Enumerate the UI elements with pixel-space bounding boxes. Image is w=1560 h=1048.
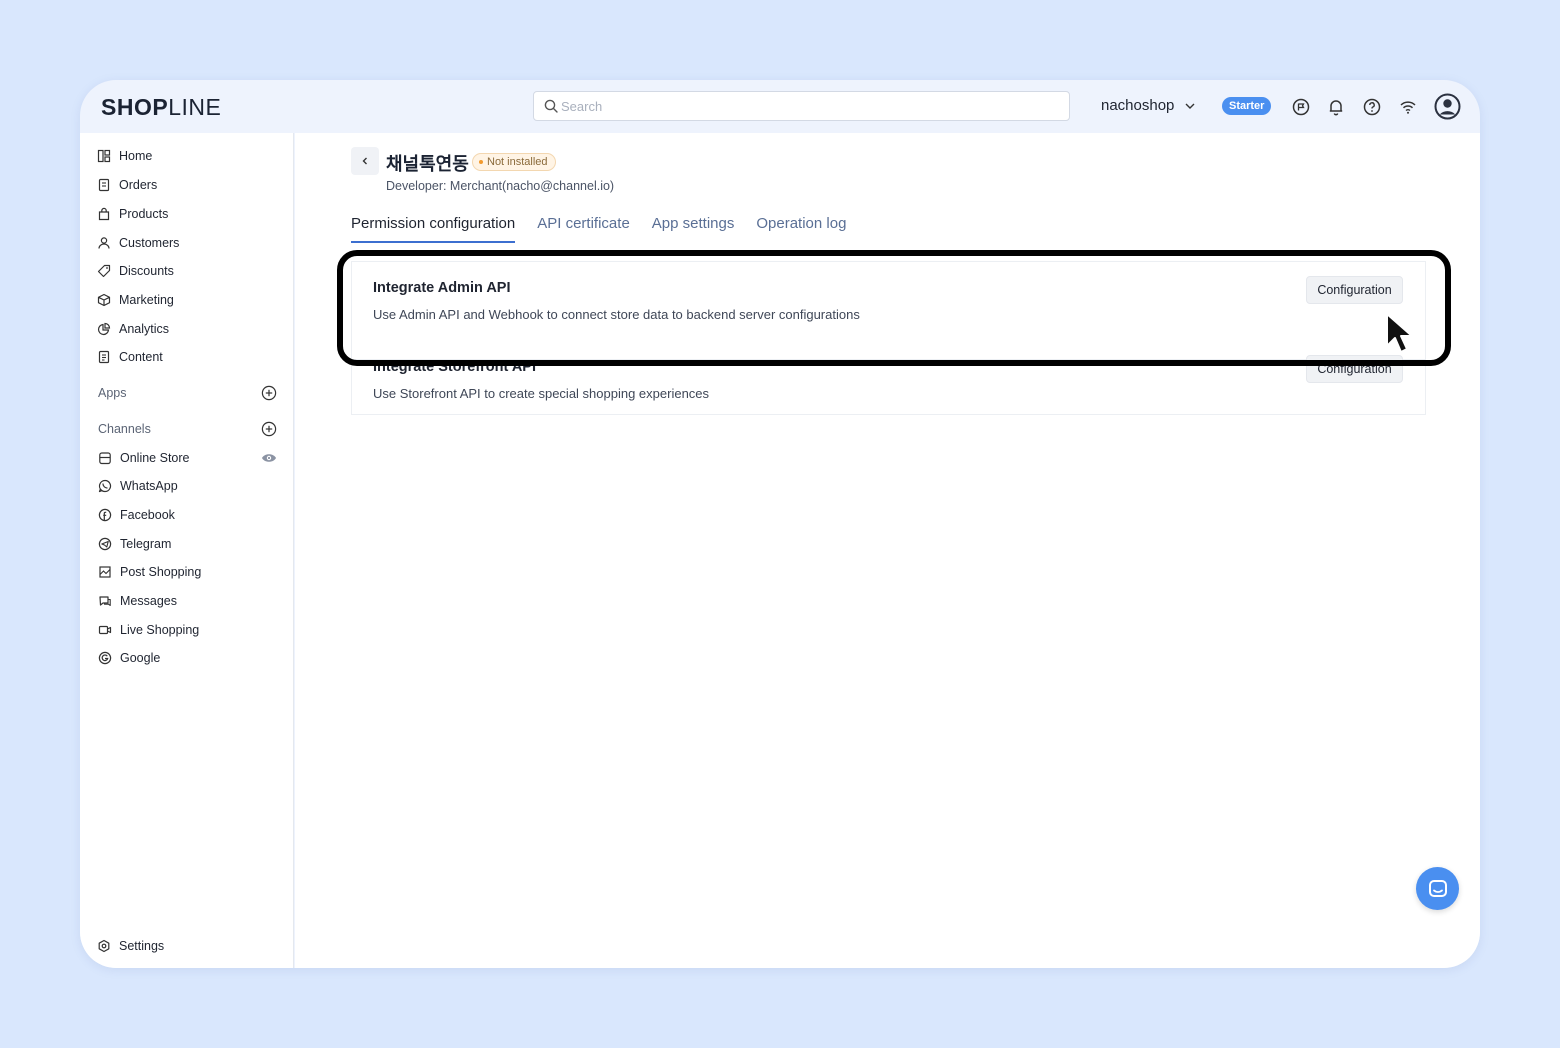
- add-channel-icon[interactable]: [261, 421, 277, 437]
- sidebar-item-label: Marketing: [119, 293, 174, 307]
- bell-icon[interactable]: [1325, 96, 1347, 118]
- mouse-cursor-icon: [1386, 313, 1413, 353]
- chat-launcher-button[interactable]: [1416, 867, 1459, 910]
- customers-icon: [98, 237, 110, 249]
- search-icon: [544, 99, 558, 113]
- status-badge: Not installed: [472, 153, 556, 171]
- logo-light: LINE: [168, 94, 222, 120]
- eye-icon[interactable]: [261, 452, 277, 464]
- help-icon[interactable]: [1361, 96, 1383, 118]
- sidebar-item-settings[interactable]: Settings: [97, 935, 164, 957]
- integration-description: Use Storefront API to create special sho…: [373, 386, 710, 401]
- sidebar-item-label: Messages: [120, 594, 177, 608]
- telegram-icon: [98, 537, 112, 551]
- store-name: nachoshop: [1101, 97, 1175, 114]
- pie-chart-icon: [97, 322, 111, 336]
- channel-item-facebook[interactable]: Facebook: [98, 504, 175, 526]
- channel-item-google[interactable]: Google: [98, 647, 160, 669]
- app-window: SHOPLINE nachoshop Starter Home Orders P…: [80, 80, 1480, 968]
- channel-item-online-store[interactable]: Online Store: [98, 447, 189, 469]
- wifi-icon[interactable]: [1397, 96, 1419, 118]
- integration-title: Integrate Admin API: [373, 280, 511, 296]
- sidebar-item-orders[interactable]: Orders: [97, 174, 157, 196]
- search-box[interactable]: [533, 91, 1070, 121]
- document-icon: [98, 350, 110, 364]
- sidebar-item-label: Online Store: [120, 451, 190, 465]
- home-icon: [97, 149, 111, 163]
- sidebar-item-label: Live Shopping: [120, 623, 200, 637]
- integration-list: Integrate Admin API Use Admin API and We…: [351, 261, 1426, 415]
- developer-info: Developer: Merchant(nacho@channel.io): [386, 179, 615, 193]
- tab-bar: Permission configuration API certificate…: [351, 215, 846, 243]
- channels-section-label: Channels: [98, 422, 151, 436]
- whatsapp-icon: [98, 479, 112, 493]
- top-bar: SHOPLINE nachoshop Starter: [80, 80, 1480, 133]
- sidebar-item-label: Settings: [119, 939, 165, 953]
- channel-item-messages[interactable]: Messages: [98, 590, 177, 612]
- facebook-icon: [98, 508, 112, 522]
- chat-bubble-icon: [1428, 879, 1447, 897]
- sidebar-item-customers[interactable]: Customers: [97, 232, 179, 254]
- sidebar-item-label: Post Shopping: [120, 565, 202, 579]
- tab-permission-configuration[interactable]: Permission configuration: [351, 215, 516, 243]
- sidebar: Home Orders Products Customers Discounts…: [80, 133, 294, 968]
- orders-icon: [98, 178, 110, 192]
- status-text: Not installed: [487, 156, 548, 168]
- channel-item-post-shopping[interactable]: Post Shopping: [98, 561, 201, 583]
- page-title: 채널톡연동: [386, 154, 469, 174]
- sidebar-item-content[interactable]: Content: [97, 346, 163, 368]
- search-input[interactable]: [561, 92, 1061, 120]
- chevron-left-icon: [362, 157, 367, 165]
- sidebar-item-label: Products: [119, 207, 169, 221]
- plan-badge: Starter: [1222, 97, 1272, 115]
- sidebar-item-label: Orders: [119, 178, 158, 192]
- sidebar-item-label: Analytics: [119, 322, 170, 336]
- video-icon: [98, 625, 112, 635]
- sidebar-item-analytics[interactable]: Analytics: [97, 318, 169, 340]
- avatar-icon[interactable]: [1434, 93, 1461, 120]
- products-icon: [98, 207, 110, 221]
- tab-app-settings[interactable]: App settings: [652, 215, 735, 241]
- logo-bold: SHOP: [101, 94, 169, 120]
- tab-api-certificate[interactable]: API certificate: [537, 215, 630, 241]
- tag-icon: [97, 264, 111, 278]
- sidebar-item-discounts[interactable]: Discounts: [97, 260, 174, 282]
- main-content: 채널톡연동 Not installed Developer: Merchant(…: [295, 133, 1480, 968]
- sidebar-item-products[interactable]: Products: [97, 203, 168, 225]
- messages-icon: [99, 596, 111, 607]
- channel-item-live-shopping[interactable]: Live Shopping: [98, 619, 199, 641]
- channel-item-whatsapp[interactable]: WhatsApp: [98, 475, 178, 497]
- tab-operation-log[interactable]: Operation log: [756, 215, 846, 241]
- sidebar-item-marketing[interactable]: Marketing: [97, 289, 174, 311]
- status-dot: [479, 160, 483, 164]
- apps-section-label: Apps: [98, 386, 127, 400]
- cube-icon: [97, 293, 111, 307]
- channel-item-telegram[interactable]: Telegram: [98, 533, 171, 555]
- sidebar-item-label: WhatsApp: [120, 479, 178, 493]
- sidebar-item-label: Customers: [119, 236, 180, 250]
- integration-description: Use Admin API and Webhook to connect sto…: [373, 307, 860, 322]
- sidebar-item-label: Home: [119, 149, 153, 163]
- sidebar-item-label: Discounts: [119, 264, 174, 278]
- chevron-down-icon: [1185, 103, 1195, 109]
- flag-chat-icon[interactable]: [1290, 96, 1312, 118]
- integration-storefront-api: Integrate Storefront API Use Storefront …: [352, 355, 1425, 416]
- back-button[interactable]: [351, 147, 379, 175]
- sidebar-item-label: Telegram: [120, 537, 172, 551]
- add-app-icon[interactable]: [261, 385, 277, 401]
- storefront-api-configuration-button[interactable]: Configuration: [1306, 355, 1403, 383]
- integration-title: Integrate Storefront API: [373, 359, 537, 375]
- sidebar-item-label: Facebook: [120, 508, 175, 522]
- google-icon: [98, 651, 112, 665]
- sidebar-item-label: Content: [119, 350, 163, 364]
- sidebar-item-home[interactable]: Home: [97, 145, 152, 167]
- admin-api-configuration-button[interactable]: Configuration: [1306, 276, 1403, 304]
- integration-admin-api: Integrate Admin API Use Admin API and We…: [352, 262, 1425, 360]
- store-icon: [99, 452, 111, 465]
- store-switcher[interactable]: nachoshop: [1101, 97, 1196, 114]
- sidebar-item-label: Google: [120, 651, 161, 665]
- post-shopping-icon: [99, 566, 111, 578]
- settings-icon: [98, 939, 110, 953]
- shopline-logo[interactable]: SHOPLINE: [101, 94, 221, 121]
